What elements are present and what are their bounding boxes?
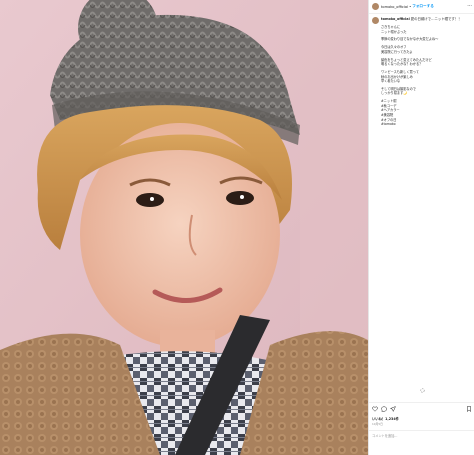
more-options-icon[interactable]: ··· [467, 3, 472, 9]
caption: tomoko_official 夏の日焼けで…ニット帽です！！ さきちゃんに ニッ… [372, 17, 472, 127]
instagram-post-embed: tomoko_official • フォローする ··· tomoko_offi… [0, 0, 474, 455]
caption-line: #tomoko [381, 122, 396, 127]
likes-count[interactable]: いいね！1,234件 [372, 416, 399, 421]
bookmark-icon[interactable] [466, 406, 472, 412]
follow-button[interactable]: フォローする [412, 4, 434, 9]
post-header: tomoko_official • フォローする ··· [369, 0, 474, 14]
post-date: 10月5日 [372, 422, 383, 426]
post-sidebar: tomoko_official • フォローする ··· tomoko_offi… [368, 0, 474, 455]
caption-first-line: 夏の日焼けで…ニット帽です！！ [410, 17, 462, 21]
comment-bar: コメントを追加… [369, 430, 474, 440]
caption-username[interactable]: tomoko_official [381, 17, 410, 22]
comment-icon[interactable] [381, 406, 387, 412]
share-icon[interactable] [390, 406, 396, 412]
action-bar [369, 402, 474, 414]
caption-avatar[interactable] [372, 17, 379, 24]
caption-body: さきちゃんに ニット帽かぶった 季節の変わり目でなかなか大変だよね〜 今日は久々のオフ… [381, 25, 472, 127]
separator-dot: • [409, 4, 412, 9]
loading-spinner-icon [420, 388, 425, 393]
header-username[interactable]: tomoko_official [381, 5, 408, 9]
selfie-image [0, 0, 368, 455]
heart-icon[interactable] [372, 406, 378, 412]
post-photo[interactable] [0, 0, 368, 455]
avatar[interactable] [372, 3, 379, 10]
comment-input[interactable]: コメントを追加… [372, 433, 398, 438]
